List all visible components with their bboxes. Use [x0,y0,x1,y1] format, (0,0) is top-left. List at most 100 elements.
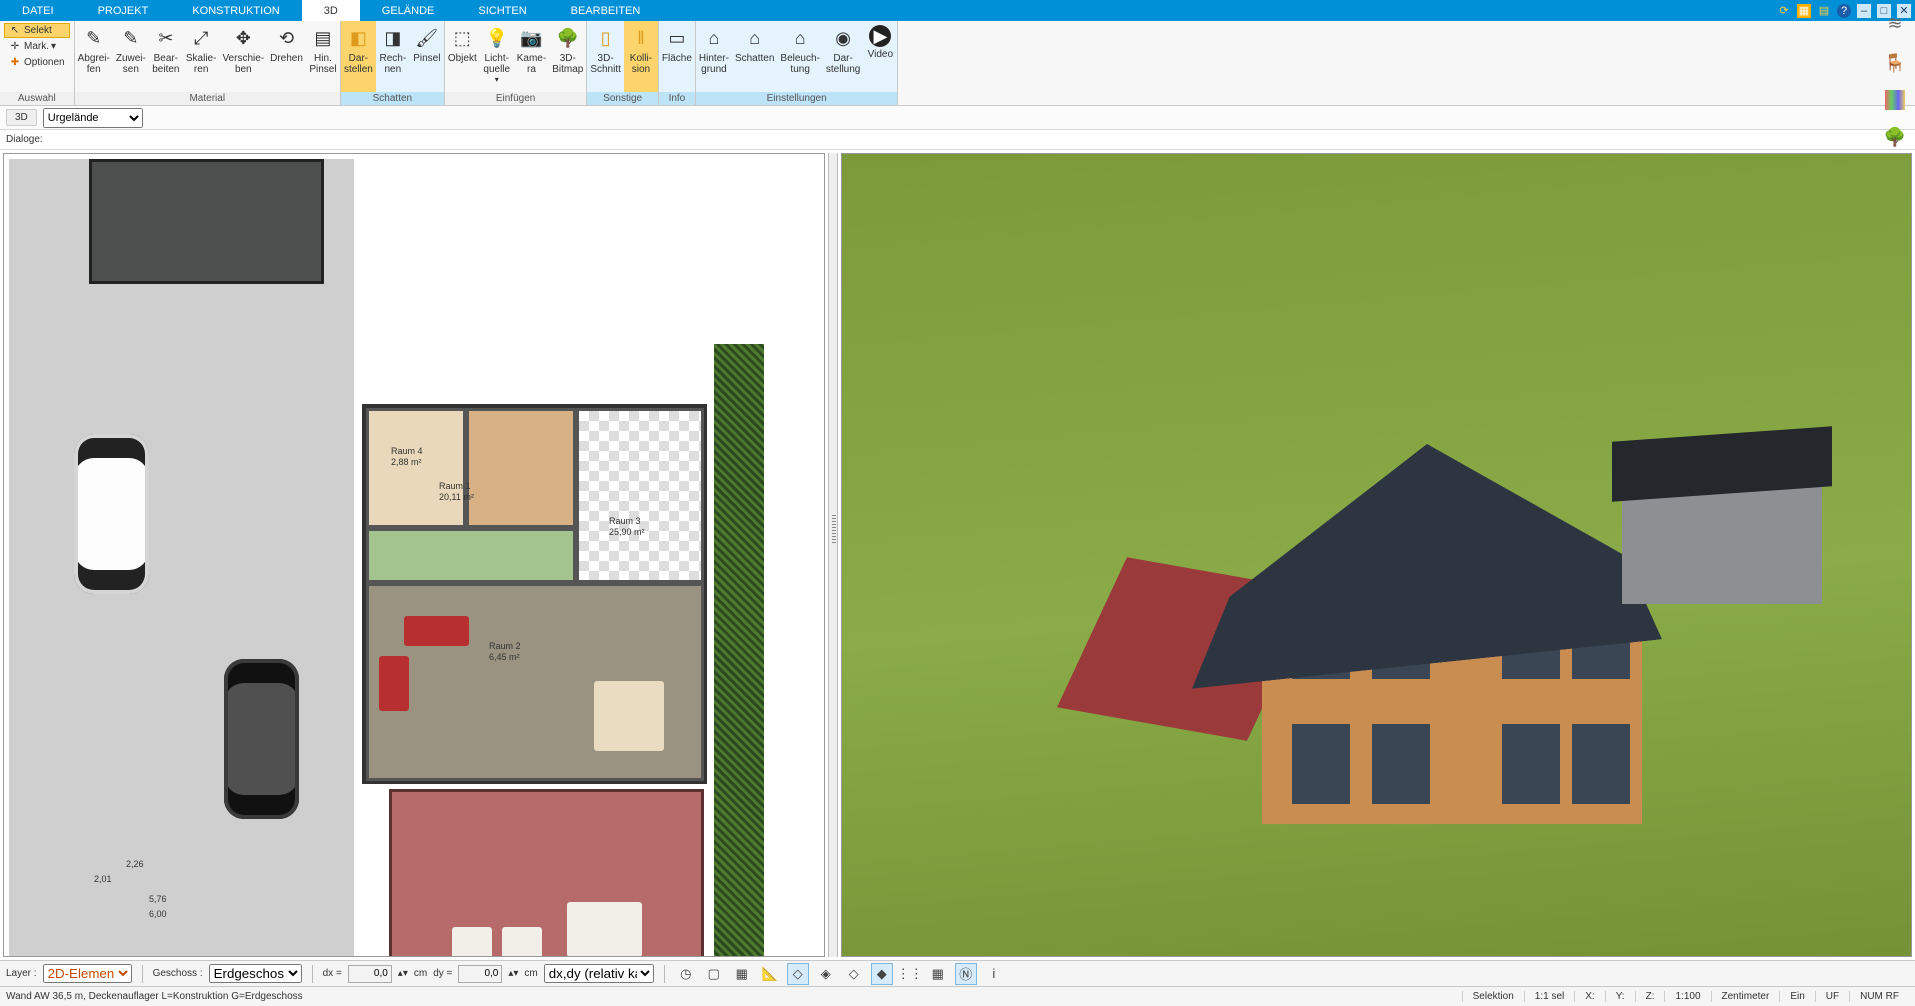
video-button[interactable]: ▶Video [863,21,897,92]
bearbeiten-button[interactable]: ✂Bear-beiten [149,21,183,92]
objekt-button[interactable]: ⬚Objekt [445,21,480,92]
darstellen-button[interactable]: ◧Dar-stellen [341,21,376,92]
layers-icon[interactable]: ≋ [1882,10,1908,36]
zuweisen-button[interactable]: ✎Zuwei-sen [113,21,149,92]
tree-icon: 🌳 [555,25,581,51]
hintergrund-label: Hinter-grund [699,53,729,75]
minimize-button[interactable]: ‒ [1857,4,1871,18]
mark-button[interactable]: ✛Mark.▾ [4,39,70,54]
terrace-2d [389,789,704,957]
eyedropper-icon: ✎ [81,25,107,51]
licht-button[interactable]: 💡Licht-quelle▾ [480,21,514,92]
coord-mode-select[interactable]: dx,dy (relativ ka [544,964,654,983]
folder-icon[interactable]: ▤ [1817,4,1831,18]
kamera-label: Kame-ra [517,53,546,75]
dim: 5,76 [149,894,167,904]
cube-icon: ◧ [345,25,371,51]
grid-icon[interactable]: ▦ [927,963,949,985]
door-3d [1372,724,1430,804]
snap3-icon[interactable]: ◇ [843,963,865,985]
menu-tab-projekt[interactable]: PROJEKT [76,0,171,21]
beleuchtung-button[interactable]: ⌂Beleuch-tung [777,21,822,92]
options-button[interactable]: ✚Optionen [4,55,70,70]
drehen-button[interactable]: ⟲ Drehen [267,21,306,92]
door-3d [1292,724,1350,804]
2d-plan-viewport[interactable]: Raum 4 2,88 m² Raum 1 20,11 m² Raum 3 25… [3,153,825,957]
furniture-icon[interactable]: 🪑 [1882,50,1908,76]
geschoss-select[interactable]: Erdgeschos [209,964,302,983]
verschieben-button[interactable]: ✥Verschie-ben [219,21,267,92]
room-3-area: 25,90 m² [609,527,645,537]
snap2-icon[interactable]: ◈ [815,963,837,985]
dx-spinner[interactable]: ▴▾ [398,968,408,979]
garage-2d [89,159,324,284]
flaeche-button[interactable]: ▭Fläche [659,21,695,92]
help-icon[interactable]: ? [1837,4,1851,18]
snap1-icon[interactable]: ◇ [787,963,809,985]
grid-dots-icon[interactable]: ⋮⋮ [899,963,921,985]
terrain-select[interactable]: Urgelände [43,108,143,128]
north-icon[interactable]: Ⓝ [955,963,977,985]
tree-tool-icon[interactable]: 🌳 [1882,124,1908,150]
edit-icon: ✂ [153,25,179,51]
stack-icon[interactable]: ▦ [731,963,753,985]
3d-schnitt-button[interactable]: ▯3D-Schnitt [587,21,624,92]
sync-icon[interactable]: ⟳ [1777,4,1791,18]
flaeche-label: Fläche [662,53,692,64]
group-material-label: Material [75,92,340,105]
menu-tab-3d[interactable]: 3D [302,0,360,21]
dx-input[interactable] [348,965,392,983]
section-icon: ▯ [593,25,619,51]
rechnen-button[interactable]: ◨Rech-nen [376,21,410,92]
menu-tab-datei[interactable]: DATEI [0,0,76,21]
clock-icon[interactable]: ◷ [675,963,697,985]
sofa-2 [379,656,409,711]
door-3d [1572,724,1630,804]
layer-select[interactable]: 2D-Elemen [43,964,132,983]
snap4-icon[interactable]: ◆ [871,963,893,985]
hintergrund-button[interactable]: ⌂Hinter-grund [696,21,732,92]
room-2-area: 6,45 m² [489,652,520,662]
room-1-name: Raum 1 [439,481,471,491]
menu-tab-sichten[interactable]: SICHTEN [456,0,548,21]
rotate-icon: ⟲ [274,25,300,51]
status-text: Wand AW 36,5 m, Deckenauflager L=Konstru… [6,991,303,1002]
display-icon: ◉ [830,25,856,51]
menu-tab-bearbeiten[interactable]: BEARBEITEN [549,0,663,21]
abgreifen-button[interactable]: ✎Abgrei-fen [75,21,113,92]
ruler-icon[interactable]: 📐 [759,963,781,985]
info-icon[interactable]: i [983,963,1005,985]
select-button[interactable]: ↖Selekt [4,23,70,38]
kamera-button[interactable]: 📷Kame-ra [514,21,549,92]
pane-splitter[interactable] [828,153,838,957]
group-sonstige-label: Sonstige [587,92,658,105]
dy-spinner[interactable]: ▴▾ [508,968,518,979]
status-x: X: [1574,991,1604,1002]
hin-pinsel-button[interactable]: ▤Hin.Pinsel [306,21,340,92]
room-4-area: 2,88 m² [391,457,422,467]
bitmap-button[interactable]: 🌳3D-Bitmap [549,21,586,92]
play-icon: ▶ [869,25,891,47]
skalieren-button[interactable]: ⤢Skalie-ren [183,21,220,92]
app-icon[interactable]: ▦ [1797,4,1811,18]
darstellung-button[interactable]: ◉Dar-stellung [823,21,863,92]
dy-input[interactable] [458,965,502,983]
palette-icon[interactable] [1885,90,1905,110]
menu-tab-konstruktion[interactable]: KONSTRUKTION [170,0,301,21]
room-4-name: Raum 4 [391,446,423,456]
group-schatten-label: Schatten [341,92,444,105]
camera-icon: 📷 [518,25,544,51]
licht-label: Licht-quelle [483,53,510,75]
object-icon: ⬚ [449,25,475,51]
drehen-label: Drehen [270,53,303,64]
pinsel-button[interactable]: 🖌Pinsel [410,21,444,92]
view-mode-pill[interactable]: 3D [6,109,37,126]
menu-tab-gelaende[interactable]: GELÄNDE [360,0,457,21]
room-4: Raum 4 2,88 m² [366,408,466,528]
schatten2-button[interactable]: ⌂Schatten [732,21,777,92]
3d-viewport[interactable] [841,153,1912,957]
screen-icon[interactable]: ▢ [703,963,725,985]
dx-unit: cm [414,968,427,979]
3d-side-toolbar: ≋ 🪑 🌳 [1879,10,1911,150]
kollision-button[interactable]: ‖Kolli-sion [624,21,658,92]
